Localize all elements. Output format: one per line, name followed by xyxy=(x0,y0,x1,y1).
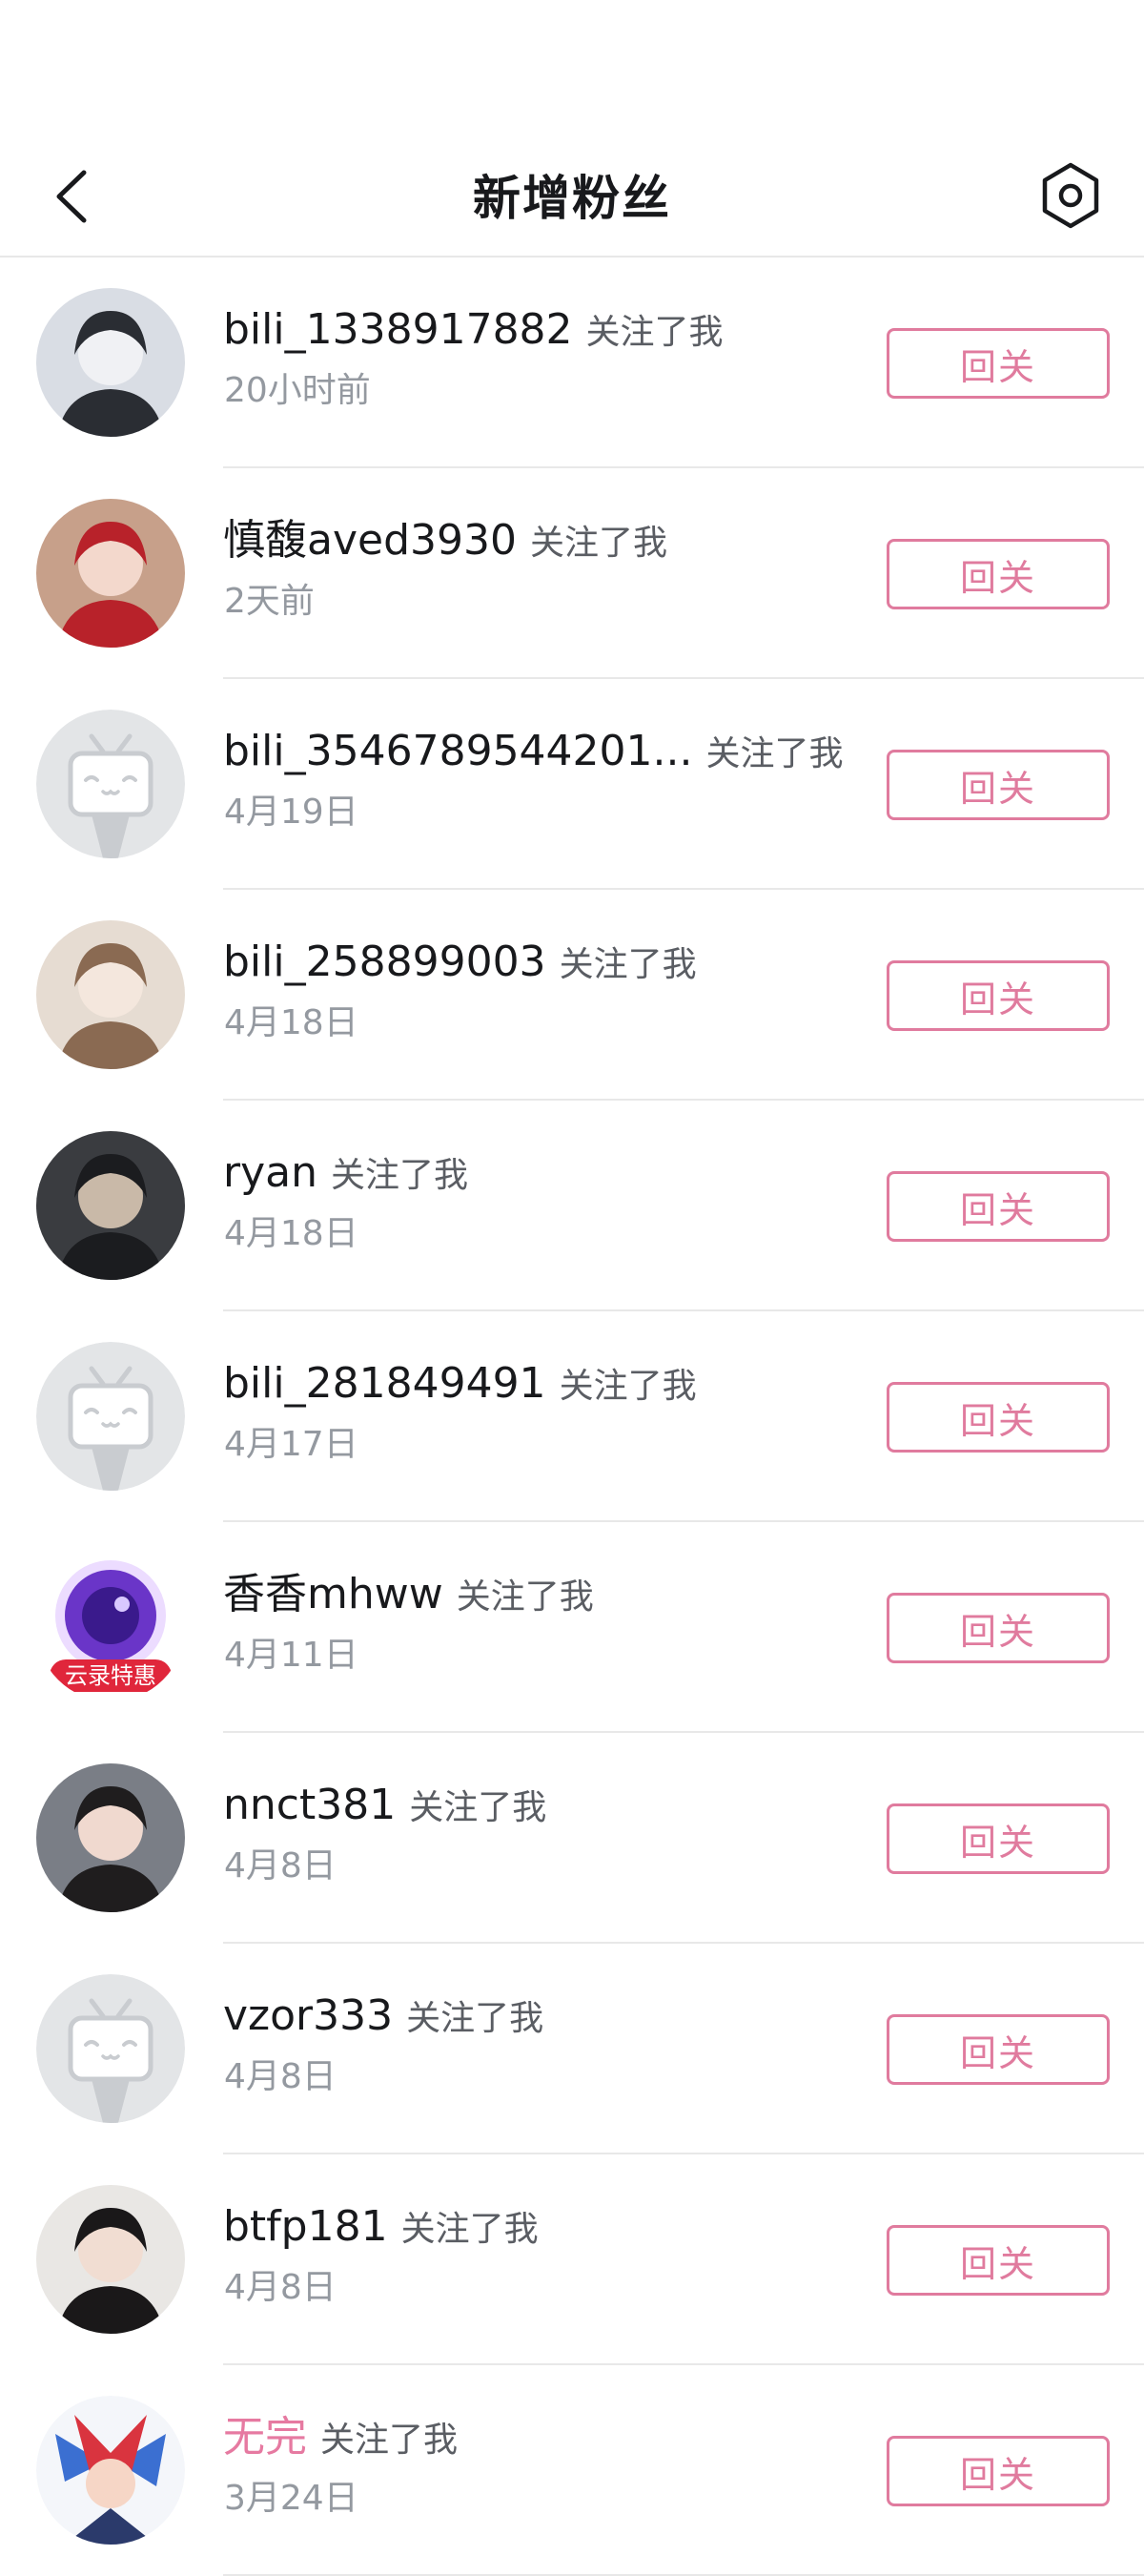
follower-name[interactable]: bili_3546789544201... xyxy=(223,727,693,775)
follower-name[interactable]: 慎馥aved3930 xyxy=(223,516,517,565)
user-photo-avatar xyxy=(36,1131,185,1280)
follow-back-button[interactable]: 回关 xyxy=(887,750,1110,820)
follow-action-text: 关注了我 xyxy=(320,2421,459,2460)
default-avatar-icon xyxy=(36,710,185,858)
follow-back-button[interactable]: 回关 xyxy=(887,2225,1110,2296)
name-line: vzor333 关注了我 xyxy=(223,1989,543,2051)
user-photo-avatar xyxy=(36,1763,185,1912)
name-line: bili_1338917882 关注了我 xyxy=(223,303,724,365)
follow-action-text: 关注了我 xyxy=(529,524,667,563)
chevron-left-icon xyxy=(56,170,87,223)
follow-back-button[interactable]: 回关 xyxy=(887,539,1110,609)
user-photo-avatar xyxy=(36,288,185,437)
user-photo-avatar xyxy=(36,920,185,1069)
user-photo-avatar xyxy=(36,2185,185,2334)
follower-row[interactable]: bili_258899003 关注了我 4月18日 回关 xyxy=(0,890,1144,1101)
anime-avatar xyxy=(36,2396,185,2545)
settings-button[interactable] xyxy=(1035,160,1106,231)
follower-row[interactable]: bili_281849491 关注了我 4月17日 回关 xyxy=(0,1311,1144,1522)
follow-time: 2天前 xyxy=(224,582,315,621)
default-avatar-icon xyxy=(36,1974,185,2123)
avatar[interactable] xyxy=(36,1763,185,1912)
follower-name[interactable]: bili_258899003 xyxy=(223,938,546,986)
page-title: 新增粉丝 xyxy=(473,171,671,226)
name-line: btfp181 关注了我 xyxy=(223,2200,539,2262)
name-line: bili_281849491 关注了我 xyxy=(223,1357,697,1419)
avatar[interactable] xyxy=(36,2185,185,2334)
header: 新增粉丝 xyxy=(0,134,1144,258)
follower-row[interactable]: 慎馥aved3930 关注了我 2天前 回关 xyxy=(0,468,1144,679)
follower-row[interactable]: 云录特惠 香香mhww 关注了我 4月11日 回关 xyxy=(0,1522,1144,1733)
follow-time: 4月8日 xyxy=(224,2057,337,2096)
follow-action-text: 关注了我 xyxy=(559,945,697,984)
app-logo-avatar: 云录特惠 xyxy=(36,1553,185,1701)
follow-action-text: 关注了我 xyxy=(406,1999,544,2038)
avatar[interactable] xyxy=(36,920,185,1069)
name-line: ryan 关注了我 xyxy=(223,1146,468,1208)
follow-back-button[interactable]: 回关 xyxy=(887,1171,1110,1242)
follower-list: bili_1338917882 关注了我 20小时前 回关 慎馥aved3930 关… xyxy=(0,258,1144,2576)
follower-name[interactable]: 无完 xyxy=(223,2413,307,2462)
follow-time: 4月19日 xyxy=(224,793,358,832)
name-line: 无完 关注了我 xyxy=(223,2411,458,2473)
follow-time: 4月17日 xyxy=(224,1425,358,1464)
follower-row[interactable]: ryan 关注了我 4月18日 回关 xyxy=(0,1101,1144,1311)
avatar[interactable] xyxy=(36,1974,185,2123)
follow-action-text: 关注了我 xyxy=(409,1788,547,1827)
avatar[interactable] xyxy=(36,710,185,858)
name-line: bili_3546789544201... 关注了我 xyxy=(223,725,844,787)
follow-time: 4月18日 xyxy=(224,1003,358,1042)
follow-back-button[interactable]: 回关 xyxy=(887,2014,1110,2085)
follow-action-text: 关注了我 xyxy=(456,1577,594,1617)
user-photo-avatar xyxy=(36,499,185,648)
follow-back-button[interactable]: 回关 xyxy=(887,1593,1110,1663)
follow-time: 4月11日 xyxy=(224,1636,358,1675)
follow-time: 4月8日 xyxy=(224,2268,337,2307)
follow-time: 4月8日 xyxy=(224,1846,337,1886)
follower-row[interactable]: nnct381 关注了我 4月8日 回关 xyxy=(0,1733,1144,1944)
avatar[interactable] xyxy=(36,2396,185,2545)
name-line: nnct381 关注了我 xyxy=(223,1779,546,1841)
avatar[interactable] xyxy=(36,1342,185,1491)
follow-back-button[interactable]: 回关 xyxy=(887,1803,1110,1874)
follower-row[interactable]: bili_1338917882 关注了我 20小时前 回关 xyxy=(0,258,1144,468)
follow-action-text: 关注了我 xyxy=(585,313,724,352)
follower-row[interactable]: btfp181 关注了我 4月8日 回关 xyxy=(0,2154,1144,2365)
avatar[interactable] xyxy=(36,499,185,648)
name-line: 慎馥aved3930 关注了我 xyxy=(223,514,667,576)
avatar[interactable]: 云录特惠 xyxy=(36,1553,185,1701)
avatar[interactable] xyxy=(36,1131,185,1280)
follow-action-text: 关注了我 xyxy=(400,2210,539,2249)
svg-text:云录特惠: 云录特惠 xyxy=(65,1662,156,1689)
follower-row[interactable]: 无完 关注了我 3月24日 回关 xyxy=(0,2365,1144,2576)
follower-name[interactable]: vzor333 xyxy=(223,1991,393,2040)
back-button[interactable] xyxy=(48,165,109,226)
follow-action-text: 关注了我 xyxy=(559,1367,697,1406)
name-line: bili_258899003 关注了我 xyxy=(223,936,697,998)
follower-name[interactable]: bili_1338917882 xyxy=(223,305,573,354)
follow-back-button[interactable]: 回关 xyxy=(887,328,1110,399)
follower-name[interactable]: ryan xyxy=(223,1148,317,1197)
follower-name[interactable]: btfp181 xyxy=(223,2202,388,2251)
name-line: 香香mhww 关注了我 xyxy=(223,1568,594,1630)
follower-name[interactable]: nnct381 xyxy=(223,1781,396,1829)
follow-action-text: 关注了我 xyxy=(330,1156,468,1195)
follower-name[interactable]: bili_281849491 xyxy=(223,1359,546,1408)
avatar[interactable] xyxy=(36,288,185,437)
follower-name[interactable]: 香香mhww xyxy=(223,1570,443,1618)
follower-row[interactable]: bili_3546789544201... 关注了我 4月19日 回关 xyxy=(0,679,1144,890)
follow-action-text: 关注了我 xyxy=(705,734,844,773)
follow-back-button[interactable]: 回关 xyxy=(887,960,1110,1031)
follow-time: 4月18日 xyxy=(224,1214,358,1253)
follow-back-button[interactable]: 回关 xyxy=(887,2436,1110,2506)
default-avatar-icon xyxy=(36,1342,185,1491)
settings-icon xyxy=(1042,162,1099,229)
follow-back-button[interactable]: 回关 xyxy=(887,1382,1110,1453)
follower-row[interactable]: vzor333 关注了我 4月8日 回关 xyxy=(0,1944,1144,2154)
follow-time: 3月24日 xyxy=(224,2479,358,2518)
follow-time: 20小时前 xyxy=(224,371,371,410)
status-bar xyxy=(0,0,1144,134)
